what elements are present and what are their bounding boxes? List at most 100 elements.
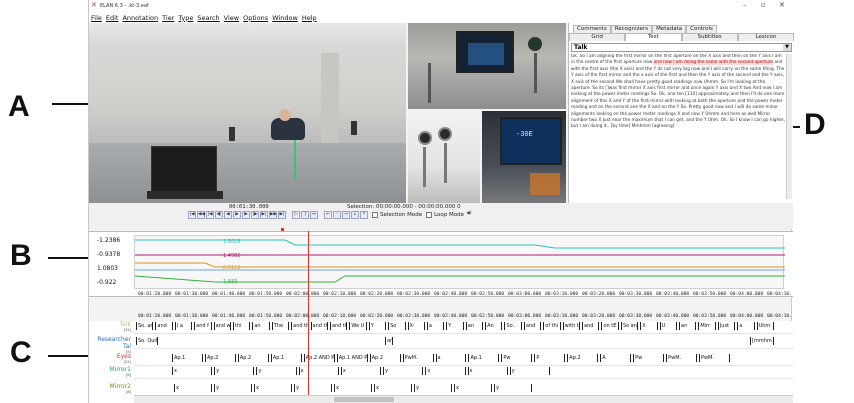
annotation[interactable]: x — [334, 384, 372, 392]
video-mirrors[interactable] — [408, 111, 480, 203]
tier-track-talk[interactable]: So. amandI aand fand witthianTheand than… — [134, 321, 793, 334]
play-icon[interactable]: ▶ — [233, 211, 241, 219]
annotation[interactable]: thi — [232, 322, 251, 330]
minimize-icon[interactable]: – — [743, 1, 747, 9]
timeseries-viewer[interactable]: -1.2386 -0.9378 1.0803 -0.922 1.3015 1.4… — [89, 231, 793, 297]
annotation[interactable]: Just — [717, 322, 736, 330]
tier-track-eyes[interactable]: Ap.1Ap.2Ap.2Ap.1Ap.2 AND PwMAp.1 AND PwM… — [134, 353, 793, 366]
annotation[interactable]: x — [340, 367, 382, 375]
annotation[interactable]: X- — [407, 322, 425, 330]
timeline-ruler-bottom[interactable]: 00:01:20.000 00:01:30.000 00:01:40.000 00:0… — [134, 313, 793, 321]
annotation[interactable]: P — [534, 354, 566, 362]
annotation[interactable]: Pw — [501, 354, 533, 362]
selection-shift-left-icon[interactable]: - — [333, 211, 341, 219]
menu-item-annotation[interactable]: Annotation — [122, 14, 158, 22]
tab-text[interactable]: Text — [625, 33, 682, 41]
annotation[interactable]: Mirr — [698, 322, 716, 330]
annotation[interactable]: y — [214, 384, 252, 392]
annotation[interactable]: x — [298, 367, 339, 375]
annotation[interactable]: Ap.2 — [204, 354, 236, 362]
clear-selection-icon[interactable]: ] — [301, 211, 309, 219]
menu-item-tier[interactable]: Tier — [162, 14, 174, 22]
annotation[interactable]: x — [374, 384, 412, 392]
tab-controls[interactable]: Controls — [686, 25, 717, 33]
annotation[interactable]: Ap.2 — [237, 354, 269, 362]
tab-metadata[interactable]: Metadata — [652, 25, 687, 33]
annotation[interactable]: an — [679, 322, 697, 330]
annotation[interactable]: Y — [368, 322, 387, 330]
annotation[interactable]: and th — [329, 322, 348, 330]
timeline-scroll-thumb[interactable] — [334, 397, 394, 402]
annotation[interactable]: with t — [562, 322, 581, 330]
annotation[interactable]: So. — [504, 322, 522, 330]
tab-grid[interactable]: Grid — [569, 33, 626, 41]
menu-item-options[interactable]: Options — [243, 14, 268, 22]
annotation[interactable]: x — [467, 367, 508, 375]
selection-mode-checkbox[interactable]: Selection Mode — [372, 212, 422, 218]
annotation[interactable]: y — [414, 384, 452, 392]
annotation[interactable]: and — [582, 322, 600, 330]
play-selection-icon[interactable]: ▷ — [292, 211, 300, 219]
previous-scrollview-icon[interactable]: ◀◀ — [197, 211, 205, 219]
tier-label-eyes[interactable]: Eyes [25] — [89, 353, 133, 366]
go-to-end-icon[interactable]: ▶| — [278, 211, 286, 219]
annotation[interactable]: A — [600, 354, 632, 362]
annotation[interactable]: x — [454, 384, 492, 392]
annotation[interactable]: Ap.2 — [567, 354, 599, 362]
annotation[interactable]: So — [388, 322, 406, 330]
menu-item-help[interactable]: Help — [302, 14, 317, 22]
annotation[interactable]: Ap.1 AND PwM. brief — [336, 354, 368, 362]
next-scrollview-icon[interactable]: ▶▶ — [269, 211, 277, 219]
annotation[interactable]: Ap.1 — [172, 354, 203, 362]
annotation[interactable]: y — [383, 367, 424, 375]
annotation[interactable]: Ap.1 — [270, 354, 302, 362]
annotation[interactable]: y — [494, 384, 532, 392]
annotation[interactable]: a — [737, 322, 755, 330]
annotation[interactable]: y — [256, 367, 297, 375]
previous-second-icon[interactable]: |◀ — [206, 211, 214, 219]
annotation[interactable]: We U — [349, 322, 367, 330]
selection-up-icon[interactable]: ↑ — [360, 211, 368, 219]
annotation[interactable]: and th — [291, 322, 309, 330]
chevron-down-icon[interactable]: ▼ — [783, 44, 791, 51]
annotation[interactable]: Uhm. O — [756, 322, 774, 330]
annotation[interactable]: So and — [620, 322, 639, 330]
annotation[interactable]: An — [485, 322, 503, 330]
menu-item-file[interactable]: File — [91, 14, 102, 22]
annotation[interactable]: and — [155, 322, 173, 330]
volume-icon[interactable]: ◀) — [465, 211, 473, 219]
menu-item-type[interactable]: Type — [178, 14, 193, 22]
menu-item-search[interactable]: Search — [197, 14, 219, 22]
next-frame-icon[interactable]: |▶ — [251, 211, 259, 219]
tab-lexicon[interactable]: Lexicon — [737, 33, 794, 41]
tab-recognizers[interactable]: Recognizers — [610, 25, 653, 33]
annotation[interactable]: y — [509, 367, 550, 375]
annotation[interactable]: PwM. — [402, 354, 434, 362]
tab-subtitles[interactable]: Subtitles — [681, 33, 738, 41]
go-to-begin-icon[interactable]: |◀ — [188, 211, 196, 219]
tab-comments[interactable]: Comments — [573, 25, 611, 33]
annotation[interactable]: y — [294, 384, 332, 392]
next-second-icon[interactable]: ▶| — [260, 211, 268, 219]
annotation[interactable]: x — [425, 367, 466, 375]
selection-mode-box[interactable] — [372, 212, 378, 218]
annotation[interactable]: of thi — [543, 322, 561, 330]
tier-label-talk[interactable]: Talk [35] — [89, 321, 133, 334]
playhead-crosshair[interactable] — [308, 231, 309, 403]
annotation[interactable]: a — [426, 322, 445, 330]
transcript-text[interactable]: Ok. So I am aligning the first mirror on… — [571, 54, 785, 194]
next-pixel-icon[interactable]: ▶ — [242, 211, 250, 219]
menu-item-edit[interactable]: Edit — [106, 14, 119, 22]
annotation[interactable]: x — [254, 384, 292, 392]
timeline-scrollbar[interactable] — [134, 395, 793, 403]
annotation[interactable]: PwM. — [666, 354, 698, 362]
tier-label-researcher[interactable]: Researcher Tal [6] — [89, 336, 133, 354]
close-icon[interactable]: ✕ — [779, 1, 785, 9]
annotation[interactable]: a — [435, 354, 467, 362]
annotation[interactable]: I a — [174, 322, 193, 330]
annotation[interactable]: [mmhm — [750, 337, 774, 345]
previous-frame-icon[interactable]: ◀| — [215, 211, 223, 219]
selection-end-icon[interactable]: ↓ — [351, 211, 359, 219]
tier-label-mirror1[interactable]: Mirror1 [6] — [89, 366, 133, 379]
maximize-icon[interactable]: ▫ — [761, 1, 766, 9]
